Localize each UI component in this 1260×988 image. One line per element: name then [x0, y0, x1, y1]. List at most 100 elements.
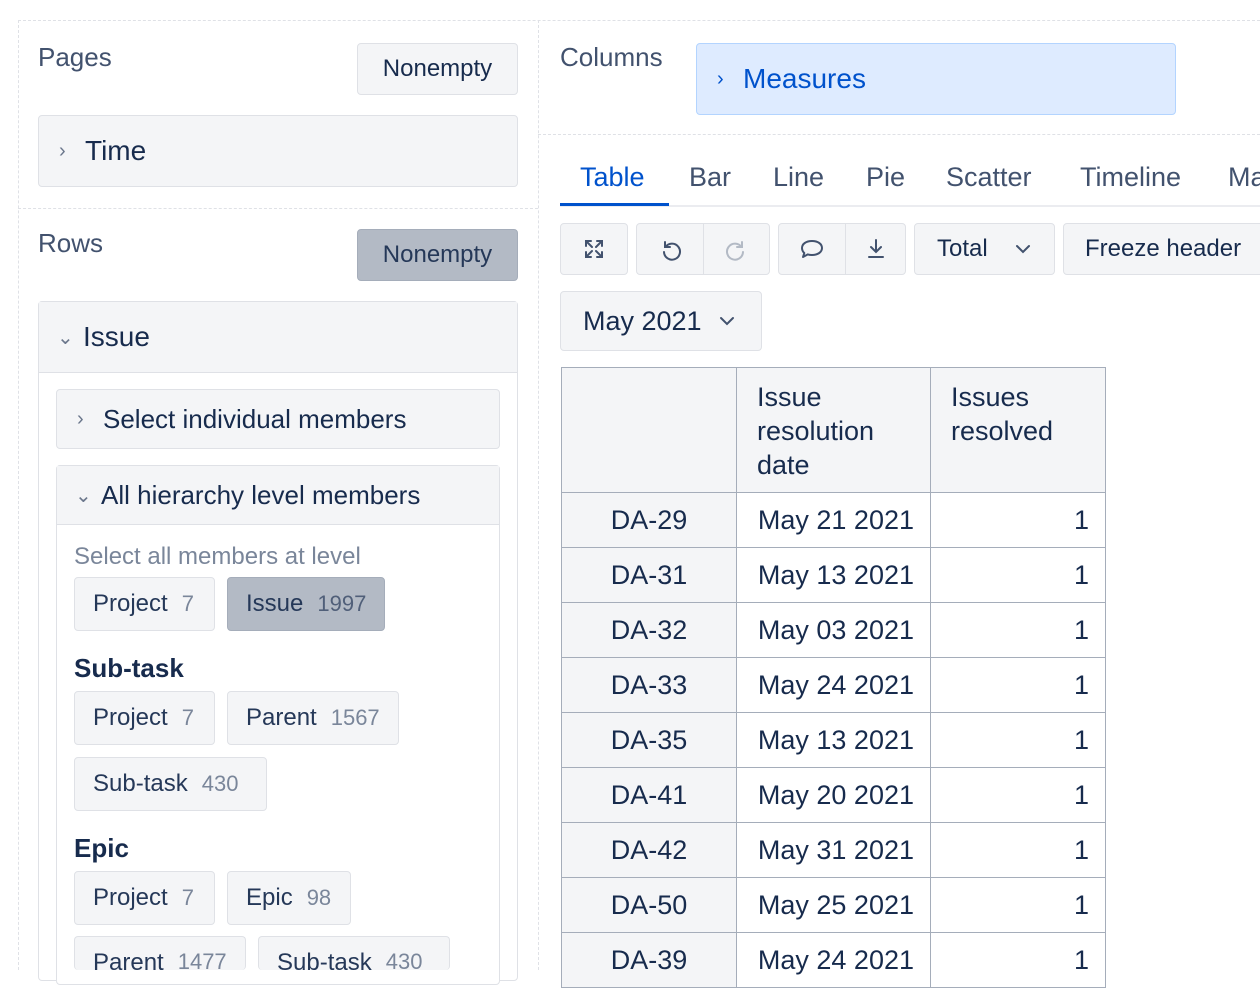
page-selector-label: May 2021	[583, 305, 702, 336]
chevron-down-icon: ⌄	[57, 326, 74, 349]
chip-count: 430	[385, 949, 423, 970]
expand-icon	[585, 240, 603, 258]
download-icon	[867, 239, 884, 258]
level-chip-parent[interactable]: Parent 1567	[227, 691, 399, 745]
tab-line[interactable]: Line	[773, 162, 824, 193]
tab-table[interactable]: Table	[580, 162, 645, 193]
chip-count: 98	[306, 885, 332, 910]
column-header-issues-resolved[interactable]: Issues resolved	[930, 367, 1106, 493]
row-header-cell[interactable]: DA-39	[561, 932, 737, 988]
table-row: DA-29 May 21 2021 1	[561, 492, 1106, 548]
date-cell: May 25 2021	[736, 877, 931, 933]
chevron-down-icon: ⌄	[75, 484, 92, 507]
all-hierarchy-label: All hierarchy level members	[101, 479, 421, 510]
report-table: Issue resolution date Issues resolved DA…	[561, 367, 1106, 988]
chip-count: 1567	[330, 705, 380, 730]
chevron-right-icon: ›	[59, 139, 66, 162]
pages-nonempty-button[interactable]: Nonempty	[357, 43, 518, 95]
chevron-right-icon: ›	[77, 407, 84, 430]
date-cell: May 31 2021	[736, 822, 931, 878]
pages-time-dimension[interactable]: › Time	[38, 115, 518, 187]
redo-button[interactable]	[703, 223, 770, 275]
chip-count: 7	[181, 705, 194, 730]
comment-button[interactable]	[778, 223, 846, 275]
date-cell: May 03 2021	[736, 602, 931, 658]
row-header-cell[interactable]: DA-33	[561, 657, 737, 713]
chip-label: Project	[93, 590, 168, 617]
table-row: DA-50 May 25 2021 1	[561, 877, 1106, 933]
chip-count: 1997	[317, 591, 367, 616]
all-hierarchy-header[interactable]: ⌄ All hierarchy level members	[57, 466, 499, 525]
level-chip-subtask[interactable]: Sub-task 430	[74, 757, 267, 811]
row-header-cell[interactable]: DA-31	[561, 547, 737, 603]
pages-rows-guide	[18, 208, 538, 209]
tab-pie[interactable]: Pie	[866, 162, 905, 193]
epic-hierarchy-title: Epic	[74, 833, 129, 863]
chip-count: 430	[201, 771, 239, 796]
active-tab-indicator	[560, 203, 669, 206]
undo-icon	[663, 241, 681, 261]
page-member-selector[interactable]: May 2021	[560, 291, 762, 351]
chip-label: Sub-task	[93, 770, 188, 797]
level-chip-project[interactable]: Project 7	[74, 871, 215, 925]
chip-label: Epic	[246, 884, 293, 911]
undo-button[interactable]	[636, 223, 704, 275]
fullscreen-button[interactable]	[560, 223, 628, 275]
chip-label: Parent	[93, 949, 164, 970]
pages-dimension-label: Time	[85, 135, 147, 166]
select-individual-label: Select individual members	[103, 403, 407, 434]
tab-bar[interactable]: Bar	[689, 162, 731, 193]
chevron-down-icon	[719, 317, 734, 326]
chevron-right-icon: ›	[717, 67, 724, 90]
rows-title: Rows	[38, 228, 104, 258]
table-row: DA-33 May 24 2021 1	[561, 657, 1106, 713]
level-chip-project[interactable]: Project 7	[74, 691, 215, 745]
row-header-cell[interactable]: DA-42	[561, 822, 737, 878]
corner-header-cell	[561, 367, 737, 493]
tab-map[interactable]: Ma	[1228, 162, 1260, 193]
tab-scatter[interactable]: Scatter	[946, 162, 1032, 193]
table-row: DA-32 May 03 2021 1	[561, 602, 1106, 658]
level-chip-project[interactable]: Project 7	[74, 577, 215, 631]
table-row: DA-31 May 13 2021 1	[561, 547, 1106, 603]
row-header-cell[interactable]: DA-29	[561, 492, 737, 548]
value-cell: 1	[930, 547, 1106, 603]
value-cell: 1	[930, 932, 1106, 988]
divider-guide	[538, 20, 539, 970]
row-header-cell[interactable]: DA-41	[561, 767, 737, 823]
comment-icon	[801, 240, 823, 258]
total-dropdown[interactable]: Total	[914, 223, 1055, 275]
rows-nonempty-button[interactable]: Nonempty	[357, 229, 518, 281]
value-cell: 1	[930, 877, 1106, 933]
tab-timeline[interactable]: Timeline	[1080, 162, 1181, 193]
value-cell: 1	[930, 767, 1106, 823]
level-chip-epic[interactable]: Epic 98	[227, 871, 351, 925]
level-chip-parent[interactable]: Parent 1477	[74, 936, 246, 970]
select-individual-members[interactable]: › Select individual members	[56, 389, 500, 449]
value-cell: 1	[930, 822, 1106, 878]
row-header-cell[interactable]: DA-32	[561, 602, 737, 658]
chip-label: Project	[93, 704, 168, 731]
pages-title: Pages	[38, 42, 112, 72]
value-cell: 1	[930, 657, 1106, 713]
rows-issue-header[interactable]: ⌄ Issue	[39, 302, 517, 373]
columns-guide	[538, 134, 1260, 135]
level-chip-issue[interactable]: Issue 1997	[227, 577, 385, 631]
level-chip-subtask[interactable]: Sub-task 430	[258, 936, 450, 970]
date-cell: May 21 2021	[736, 492, 931, 548]
value-cell: 1	[930, 492, 1106, 548]
row-header-cell[interactable]: DA-50	[561, 877, 737, 933]
columns-title: Columns	[560, 42, 663, 72]
column-header-resolution-date[interactable]: Issue resolution date	[736, 367, 931, 493]
date-cell: May 13 2021	[736, 712, 931, 768]
row-header-cell[interactable]: DA-35	[561, 712, 737, 768]
left-guide	[18, 20, 19, 970]
value-cell: 1	[930, 602, 1106, 658]
chip-count: 1477	[177, 949, 227, 970]
export-button[interactable]	[845, 223, 906, 275]
freeze-header-button[interactable]: Freeze header	[1063, 223, 1260, 275]
chip-label: Issue	[246, 590, 304, 617]
top-guide	[18, 20, 1260, 21]
columns-dimension-label: Measures	[743, 63, 866, 94]
columns-measures-dimension[interactable]: › Measures	[696, 43, 1176, 115]
